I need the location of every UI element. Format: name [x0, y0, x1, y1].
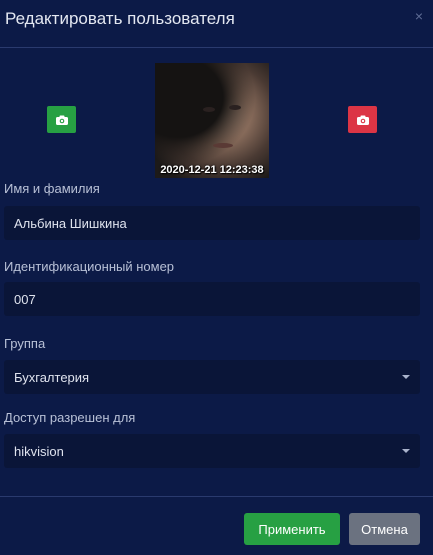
- camera-icon: [55, 115, 68, 125]
- dialog-header: Редактировать пользователя ×: [0, 0, 433, 48]
- group-select[interactable]: Бухгалтерия: [4, 360, 420, 394]
- id-value: 007: [14, 291, 36, 307]
- chevron-down-icon: [402, 375, 410, 379]
- id-label: Идентификационный номер: [4, 259, 175, 274]
- name-input[interactable]: Альбина Шишкина: [4, 206, 420, 240]
- camera-icon: [356, 115, 369, 125]
- cancel-button[interactable]: Отмена: [349, 513, 420, 545]
- delete-photo-button[interactable]: [348, 106, 377, 133]
- apply-button[interactable]: Применить: [244, 513, 340, 545]
- photo-area: 2020-12-21 12:23:38: [0, 63, 433, 178]
- edit-user-dialog: Редактировать пользователя × 2020-12-21 …: [0, 0, 433, 555]
- close-icon[interactable]: ×: [415, 8, 423, 24]
- access-select[interactable]: hikvision: [4, 434, 420, 468]
- user-photo: 2020-12-21 12:23:38: [155, 63, 269, 178]
- access-label: Доступ разрешен для: [4, 410, 136, 425]
- capture-photo-button[interactable]: [47, 106, 76, 133]
- access-value: hikvision: [14, 443, 64, 459]
- chevron-down-icon: [402, 449, 410, 453]
- photo-timestamp: 2020-12-21 12:23:38: [160, 164, 264, 176]
- name-value: Альбина Шишкина: [14, 215, 127, 231]
- group-label: Группа: [4, 336, 46, 351]
- name-label: Имя и фамилия: [4, 181, 100, 196]
- dialog-title: Редактировать пользователя: [5, 9, 235, 28]
- group-value: Бухгалтерия: [14, 369, 90, 385]
- dialog-footer: Применить Отмена: [0, 496, 433, 555]
- id-input[interactable]: 007: [4, 282, 420, 316]
